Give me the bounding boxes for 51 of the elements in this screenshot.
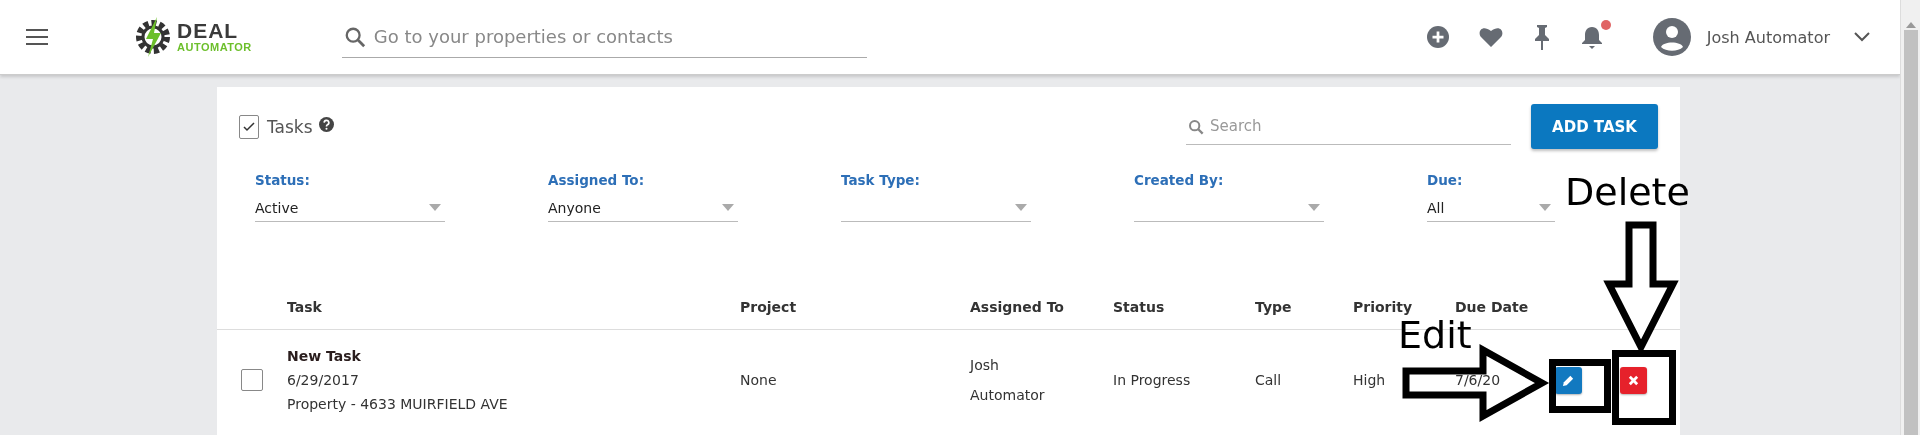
column-header: Due Date	[1455, 299, 1530, 315]
column-header: Status	[1113, 299, 1166, 315]
filter-label: Status:	[255, 172, 311, 188]
avatar-icon	[1652, 18, 1691, 56]
heart-icon[interactable]	[1478, 26, 1503, 48]
logo-text: AUTOMATOR	[177, 41, 252, 53]
annotation-label: Delete	[1565, 173, 1690, 211]
checkbox[interactable]	[239, 114, 259, 139]
column-header: Task	[287, 299, 323, 315]
table-cell-text: In Progress	[1113, 371, 1192, 390]
table-cell-text: Call	[1255, 371, 1283, 390]
filter-dropdown[interactable]: Anyone	[548, 194, 738, 222]
plus-icon[interactable]	[1426, 26, 1449, 48]
pencil-icon	[1562, 373, 1575, 387]
pin-icon[interactable]	[1532, 24, 1551, 50]
user-name[interactable]: Josh Automator	[1706, 27, 1830, 47]
table-cell-text: High	[1353, 371, 1387, 390]
filter-dropdown[interactable]: Active	[255, 194, 445, 222]
task-name[interactable]: New Task	[287, 344, 740, 368]
task-subject: Property - 4633 MUIRFIELD AVE	[287, 395, 509, 414]
column-header: Priority	[1353, 299, 1414, 315]
task-date: 6/29/2017	[287, 371, 360, 390]
gear-bolt-icon	[133, 15, 173, 59]
table-cell-text: 7/6/20	[1455, 371, 1502, 390]
filter-label: Assigned To:	[548, 172, 646, 188]
row-checkbox[interactable]	[241, 369, 263, 391]
filter-label: Task Type:	[841, 172, 921, 188]
table-cell-text: Josh Automator	[970, 356, 1046, 405]
edit-button[interactable]	[1555, 366, 1582, 394]
column-header: Assigned To	[970, 299, 1065, 315]
add-task-button[interactable]: ADD TASK	[1531, 104, 1658, 149]
checkmark-icon	[243, 121, 255, 132]
panel-title: Tasks	[267, 116, 313, 137]
column-header: Type	[1255, 299, 1293, 315]
filter-dropdown[interactable]: All	[1427, 194, 1555, 222]
scrollbar[interactable]	[1900, 0, 1920, 435]
search-icon	[1188, 118, 1204, 135]
filter-label: Due:	[1427, 172, 1464, 188]
column-header: Project	[740, 299, 798, 315]
close-icon	[1628, 374, 1639, 386]
search-icon	[343, 26, 366, 48]
bell-icon[interactable]	[1580, 25, 1603, 49]
filter-label: Created By:	[1134, 172, 1225, 188]
help-icon[interactable]	[318, 117, 334, 132]
chevron-down-icon[interactable]	[1854, 32, 1870, 42]
highlight-frame	[1549, 359, 1611, 413]
table-cell-text: None	[740, 371, 778, 390]
delete-button[interactable]	[1620, 366, 1647, 394]
menu-icon[interactable]	[26, 29, 48, 45]
logo-text: DEAL	[177, 21, 240, 41]
annotation-label: Edit	[1398, 316, 1472, 354]
